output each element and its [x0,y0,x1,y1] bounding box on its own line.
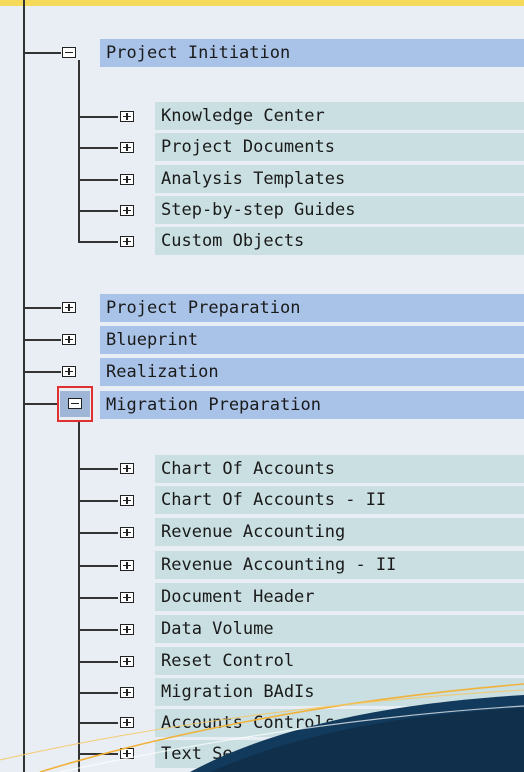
tree-connector [23,307,61,309]
expand-icon[interactable] [120,111,134,122]
tree-node-custom-objects[interactable]: Custom Objects [155,227,524,255]
expand-icon[interactable] [120,527,134,538]
tree-node-label: Document Header [161,587,315,607]
expand-icon[interactable] [120,495,134,506]
tree-node-label: Custom Objects [161,231,305,251]
expand-icon[interactable] [120,592,134,603]
expand-icon[interactable] [120,717,134,728]
tree-node-label: Reset Control [161,651,295,671]
tree-connector [78,565,118,567]
expand-icon[interactable] [62,302,76,313]
tree-connector [78,532,118,534]
tree-node-reset-control[interactable]: Reset Control [155,647,524,675]
tree-node-revenue-accounting[interactable]: Revenue Accounting [155,518,524,546]
tree-node-label: Migration BAdIs [161,682,315,702]
tree-connector [78,241,118,243]
tree-node-label: Project Documents [161,137,335,157]
expand-icon[interactable] [120,236,134,247]
tree-node-label: Chart Of Accounts [161,459,335,479]
expand-icon[interactable] [120,560,134,571]
tree-connector [78,468,118,470]
expand-icon[interactable] [120,205,134,216]
tree-connector [23,52,61,54]
tree-connector [78,500,118,502]
tree-node-label: Analysis Templates [161,169,346,189]
tree-node-label: Text Se [161,744,233,764]
tree-node-label: Step-by-step Guides [161,200,356,220]
tree-node-project-initiation[interactable]: Project Initiation [100,39,524,67]
expand-icon[interactable] [120,687,134,698]
tree-node-migration-preparation[interactable]: Migration Preparation [100,391,524,419]
tree-node-text-se[interactable]: Text Se [155,740,524,768]
tree-connector [78,179,118,181]
tree-node-chart-of-accounts[interactable]: Chart Of Accounts [155,455,524,483]
tree-node-step-by-step-guides[interactable]: Step-by-step Guides [155,196,524,224]
tree-node-label: Project Initiation [106,43,291,63]
tree-node-label: Migration Preparation [106,395,321,415]
tree-node-label: Knowledge Center [161,106,325,126]
tree-connector [78,629,118,631]
expand-icon[interactable] [120,748,134,759]
tree-node-label: Data Volume [161,619,274,639]
tree-node-accounts-controls[interactable]: Accounts Controls [155,709,524,737]
expand-icon[interactable] [120,174,134,185]
tree-connector [78,147,118,149]
tree-node-label: Blueprint [106,330,199,350]
collapse-icon[interactable] [62,47,76,58]
tree-node-label: Realization [106,362,219,382]
tree-connector [78,753,118,755]
tree-node-migration-badis[interactable]: Migration BAdIs [155,678,524,706]
tree-connector [23,339,61,341]
tree-connector [78,116,118,118]
expand-icon[interactable] [62,366,76,377]
tree-node-realization[interactable]: Realization [100,358,524,386]
tree-connector [78,661,118,663]
tree-connector [78,722,118,724]
top-accent-bar [0,0,524,6]
collapse-icon[interactable] [68,398,82,409]
tree-node-knowledge-center[interactable]: Knowledge Center [155,102,524,130]
tree-node-chart-of-accounts-ii[interactable]: Chart Of Accounts - II [155,486,524,514]
tree-connector [23,371,61,373]
tree-node-blueprint[interactable]: Blueprint [100,326,524,354]
tree-node-label: Project Preparation [106,298,301,318]
tree-connector [78,692,118,694]
tree-node-analysis-templates[interactable]: Analysis Templates [155,165,524,193]
tree-node-revenue-accounting-ii[interactable]: Revenue Accounting - II [155,551,524,579]
tree-node-label: Revenue Accounting [161,522,346,542]
tree-connector [78,597,118,599]
tree-connector [78,60,80,242]
tree-connector [78,210,118,212]
expand-icon[interactable] [120,463,134,474]
expand-icon[interactable] [120,624,134,635]
tree-node-document-header[interactable]: Document Header [155,583,524,611]
tree-connector [23,403,59,405]
tree-node-label: Accounts Controls [161,713,335,733]
expand-icon[interactable] [120,656,134,667]
expand-icon[interactable] [62,334,76,345]
tree-node-project-preparation[interactable]: Project Preparation [100,294,524,322]
expand-icon[interactable] [120,142,134,153]
tree-node-project-documents[interactable]: Project Documents [155,133,524,161]
tree-node-data-volume[interactable]: Data Volume [155,615,524,643]
tree-node-label: Chart Of Accounts - II [161,490,387,510]
tree-node-label: Revenue Accounting - II [161,555,397,575]
tree-connector [23,0,25,772]
